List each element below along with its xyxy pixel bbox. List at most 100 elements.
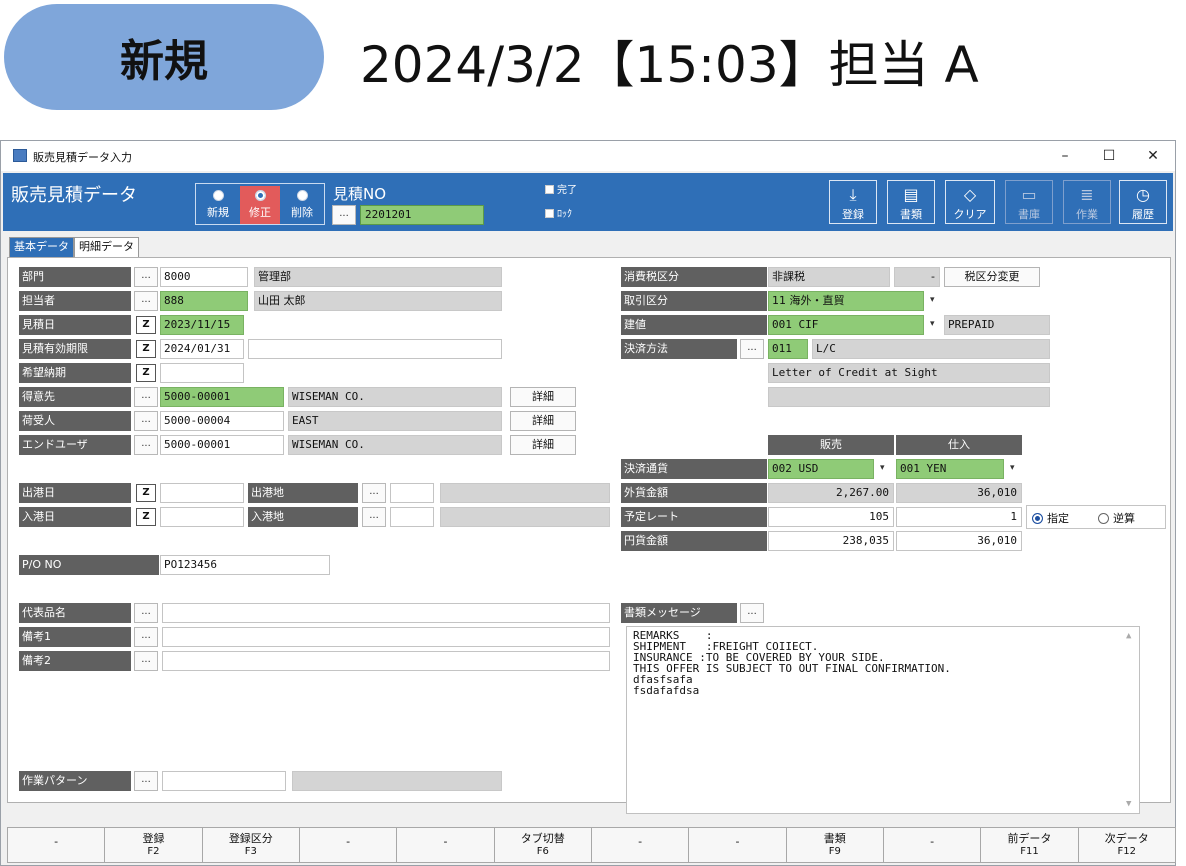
valid-until-label: 見積有効期限 bbox=[19, 339, 131, 359]
radio-dot-icon bbox=[296, 190, 308, 201]
rep-item-input[interactable] bbox=[162, 603, 610, 623]
desired-delivery-input[interactable] bbox=[160, 363, 244, 383]
customer-detail-button[interactable]: 詳細 bbox=[510, 387, 576, 407]
calendar-icon[interactable]: Z bbox=[136, 340, 156, 358]
fkey-8[interactable]: - bbox=[688, 827, 787, 863]
trade-select[interactable]: 11 海外・直貿 bbox=[768, 291, 924, 311]
fkey-1[interactable]: - bbox=[7, 827, 106, 863]
mode-edit-radio[interactable]: 修正 bbox=[240, 186, 280, 224]
fkey-tab-switch[interactable]: タブ切替 F6 bbox=[493, 827, 592, 863]
register-tool-button[interactable]: ⤓ 登録 bbox=[829, 180, 877, 224]
fkey-label: - bbox=[346, 835, 351, 848]
work-pattern-input[interactable] bbox=[162, 771, 286, 791]
consignee-lookup-button[interactable]: ... bbox=[134, 411, 158, 431]
payment-code-input[interactable]: 011 bbox=[768, 339, 808, 359]
chevron-down-icon[interactable]: ▾ bbox=[880, 463, 885, 473]
consignee-code-input[interactable]: 5000-00004 bbox=[160, 411, 284, 431]
rate-reverse-radio[interactable]: 逆算 bbox=[1098, 510, 1135, 526]
tax-change-button[interactable]: 税区分変更 bbox=[944, 267, 1040, 287]
fkey-label: - bbox=[54, 835, 59, 848]
quote-no-input[interactable]: 2201201 bbox=[360, 205, 484, 225]
sales-rate-input[interactable]: 105 bbox=[768, 507, 894, 527]
fkey-5[interactable]: - bbox=[396, 827, 495, 863]
chevron-down-icon[interactable]: ▾ bbox=[1010, 463, 1015, 473]
ship-port-lookup-button[interactable]: ... bbox=[362, 483, 386, 503]
note2-lookup-button[interactable]: ... bbox=[134, 651, 158, 671]
purchase-currency-select[interactable]: 001 YEN bbox=[896, 459, 1004, 479]
dept-lookup-button[interactable]: ... bbox=[134, 267, 158, 287]
payment-lookup-button[interactable]: ... bbox=[740, 339, 764, 359]
purchase-rate-input[interactable]: 1 bbox=[896, 507, 1022, 527]
minimize-button[interactable]: – bbox=[1045, 145, 1085, 167]
mode-label: 新規 bbox=[120, 36, 208, 87]
note1-input[interactable] bbox=[162, 627, 610, 647]
staff-code-input[interactable]: 888 bbox=[160, 291, 248, 311]
ship-date-input[interactable] bbox=[160, 483, 244, 503]
rate-specify-radio[interactable]: 指定 bbox=[1032, 510, 1069, 526]
download-tray-icon: ⤓ bbox=[849, 185, 857, 204]
fkey-10[interactable]: - bbox=[882, 827, 982, 863]
end-user-code-input[interactable]: 5000-00001 bbox=[160, 435, 284, 455]
memo-line: fsdafafdsa bbox=[633, 684, 700, 697]
dept-code-input[interactable]: 8000 bbox=[160, 267, 248, 287]
quote-no-lookup-button[interactable]: ... bbox=[332, 205, 356, 225]
tab-detail-data[interactable]: 明細データ bbox=[74, 237, 139, 257]
calendar-icon[interactable]: Z bbox=[136, 508, 156, 526]
end-user-name-field: WISEMAN CO. bbox=[288, 435, 502, 455]
arrive-date-input[interactable] bbox=[160, 507, 244, 527]
work-pattern-lookup-button[interactable]: ... bbox=[134, 771, 158, 791]
chevron-down-icon[interactable]: ▾ bbox=[930, 295, 935, 305]
memo-line: THIS OFFER IS SUBJECT TO OUT FINAL CONFI… bbox=[633, 662, 951, 675]
fkey-documents[interactable]: 書類 F9 bbox=[785, 827, 884, 863]
note2-input[interactable] bbox=[162, 651, 610, 671]
memo-scrollbar[interactable]: ▲ ▼ bbox=[1123, 627, 1139, 813]
lock-checkbox[interactable]: ﾛｯｸ bbox=[545, 205, 572, 220]
payment-desc2-field bbox=[768, 387, 1050, 407]
rep-item-lookup-button[interactable]: ... bbox=[134, 603, 158, 623]
arrive-port-lookup-button[interactable]: ... bbox=[362, 507, 386, 527]
documents-tool-button[interactable]: ▤ 書類 bbox=[887, 180, 935, 224]
doc-message-lookup-button[interactable]: ... bbox=[740, 603, 764, 623]
end-user-detail-button[interactable]: 詳細 bbox=[510, 435, 576, 455]
done-checkbox[interactable]: 完了 bbox=[545, 181, 577, 196]
payment-label: 決済方法 bbox=[621, 339, 737, 359]
work-tool-button[interactable]: ≣ 作業 bbox=[1063, 180, 1111, 224]
chevron-down-icon[interactable]: ▾ bbox=[930, 319, 935, 329]
sales-currency-select[interactable]: 002 USD bbox=[768, 459, 874, 479]
rep-item-label: 代表品名 bbox=[19, 603, 131, 623]
mode-new-radio[interactable]: 新規 bbox=[198, 186, 238, 224]
archive-tool-button[interactable]: ▭ 書庫 bbox=[1005, 180, 1053, 224]
customer-lookup-button[interactable]: ... bbox=[134, 387, 158, 407]
doc-message-textarea[interactable]: REMARKS : SHIPMENT :FREIGHT COIIECT. INS… bbox=[626, 626, 1140, 814]
calendar-icon[interactable]: Z bbox=[136, 484, 156, 502]
maximize-button[interactable]: ☐ bbox=[1089, 145, 1129, 167]
ship-port-code-input[interactable] bbox=[390, 483, 434, 503]
scroll-up-icon[interactable]: ▲ bbox=[1126, 631, 1131, 642]
quote-date-input[interactable]: 2023/11/15 bbox=[160, 315, 244, 335]
calendar-icon[interactable]: Z bbox=[136, 364, 156, 382]
arrive-port-code-input[interactable] bbox=[390, 507, 434, 527]
valid-until-note-input[interactable] bbox=[248, 339, 502, 359]
fkey-4[interactable]: - bbox=[298, 827, 398, 863]
mode-delete-radio[interactable]: 削除 bbox=[282, 186, 322, 224]
consignee-detail-button[interactable]: 詳細 bbox=[510, 411, 576, 431]
scroll-down-icon[interactable]: ▼ bbox=[1126, 799, 1131, 810]
clear-tool-button[interactable]: ◇ クリア bbox=[945, 180, 995, 224]
history-tool-button[interactable]: ◷ 履歴 bbox=[1119, 180, 1167, 224]
fkey-register[interactable]: 登録 F2 bbox=[104, 827, 203, 863]
fkey-register-type[interactable]: 登録区分 F3 bbox=[201, 827, 300, 863]
po-input[interactable]: PO123456 bbox=[160, 555, 330, 575]
staff-lookup-button[interactable]: ... bbox=[134, 291, 158, 311]
app-icon bbox=[13, 149, 27, 162]
close-button[interactable]: ✕ bbox=[1133, 145, 1173, 167]
calendar-icon[interactable]: Z bbox=[136, 316, 156, 334]
fkey-7[interactable]: - bbox=[590, 827, 690, 863]
fkey-prev-data[interactable]: 前データ F11 bbox=[980, 827, 1079, 863]
price-term-select[interactable]: 001 CIF bbox=[768, 315, 924, 335]
note1-lookup-button[interactable]: ... bbox=[134, 627, 158, 647]
fkey-next-data[interactable]: 次データ F12 bbox=[1077, 827, 1176, 863]
customer-code-input[interactable]: 5000-00001 bbox=[160, 387, 284, 407]
end-user-lookup-button[interactable]: ... bbox=[134, 435, 158, 455]
valid-until-input[interactable]: 2024/01/31 bbox=[160, 339, 244, 359]
tab-basic-data[interactable]: 基本データ bbox=[9, 237, 74, 257]
